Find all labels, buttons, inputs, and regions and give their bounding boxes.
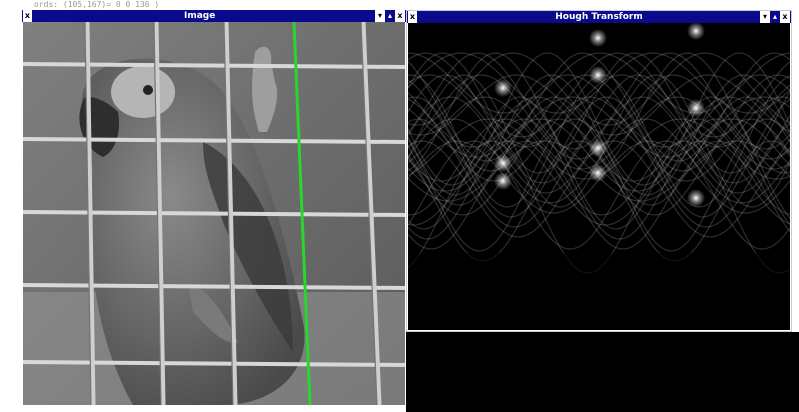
image-window-title: Image bbox=[184, 11, 216, 21]
hough-peak bbox=[589, 139, 607, 157]
close-icon[interactable]: x bbox=[780, 11, 790, 23]
maximize-icon[interactable]: ▴ bbox=[385, 10, 395, 22]
pin-icon[interactable]: x bbox=[23, 10, 32, 22]
parrot-cage-photo bbox=[23, 22, 405, 405]
close-icon[interactable]: x bbox=[395, 10, 405, 22]
hough-window-title: Hough Transform bbox=[555, 12, 643, 22]
desktop-background bbox=[406, 332, 799, 412]
hough-peak bbox=[494, 154, 512, 172]
hough-peak bbox=[494, 172, 512, 190]
image-window[interactable]: x Image ▾ ▴ x bbox=[22, 10, 406, 406]
shade-icon[interactable]: ▾ bbox=[760, 11, 770, 23]
hough-peak bbox=[589, 66, 607, 84]
hough-accumulator-image bbox=[408, 23, 790, 330]
hough-peak bbox=[687, 189, 705, 207]
hough-window[interactable]: x Hough Transform ▾ ▴ x bbox=[406, 10, 792, 332]
hough-accumulator-view[interactable] bbox=[408, 23, 790, 330]
hough-window-titlebar[interactable]: x Hough Transform ▾ ▴ x bbox=[407, 11, 791, 23]
parrot-image-view[interactable] bbox=[23, 22, 405, 405]
coords-readout: ords: (105,167)= 0 0 136 ) bbox=[34, 0, 160, 9]
maximize-icon[interactable]: ▴ bbox=[770, 11, 780, 23]
hough-peak bbox=[589, 29, 607, 47]
image-window-titlebar[interactable]: x Image ▾ ▴ x bbox=[22, 10, 406, 22]
hough-peak bbox=[687, 99, 705, 117]
shade-icon[interactable]: ▾ bbox=[375, 10, 385, 22]
hough-peak bbox=[494, 79, 512, 97]
hough-peak bbox=[589, 164, 607, 182]
